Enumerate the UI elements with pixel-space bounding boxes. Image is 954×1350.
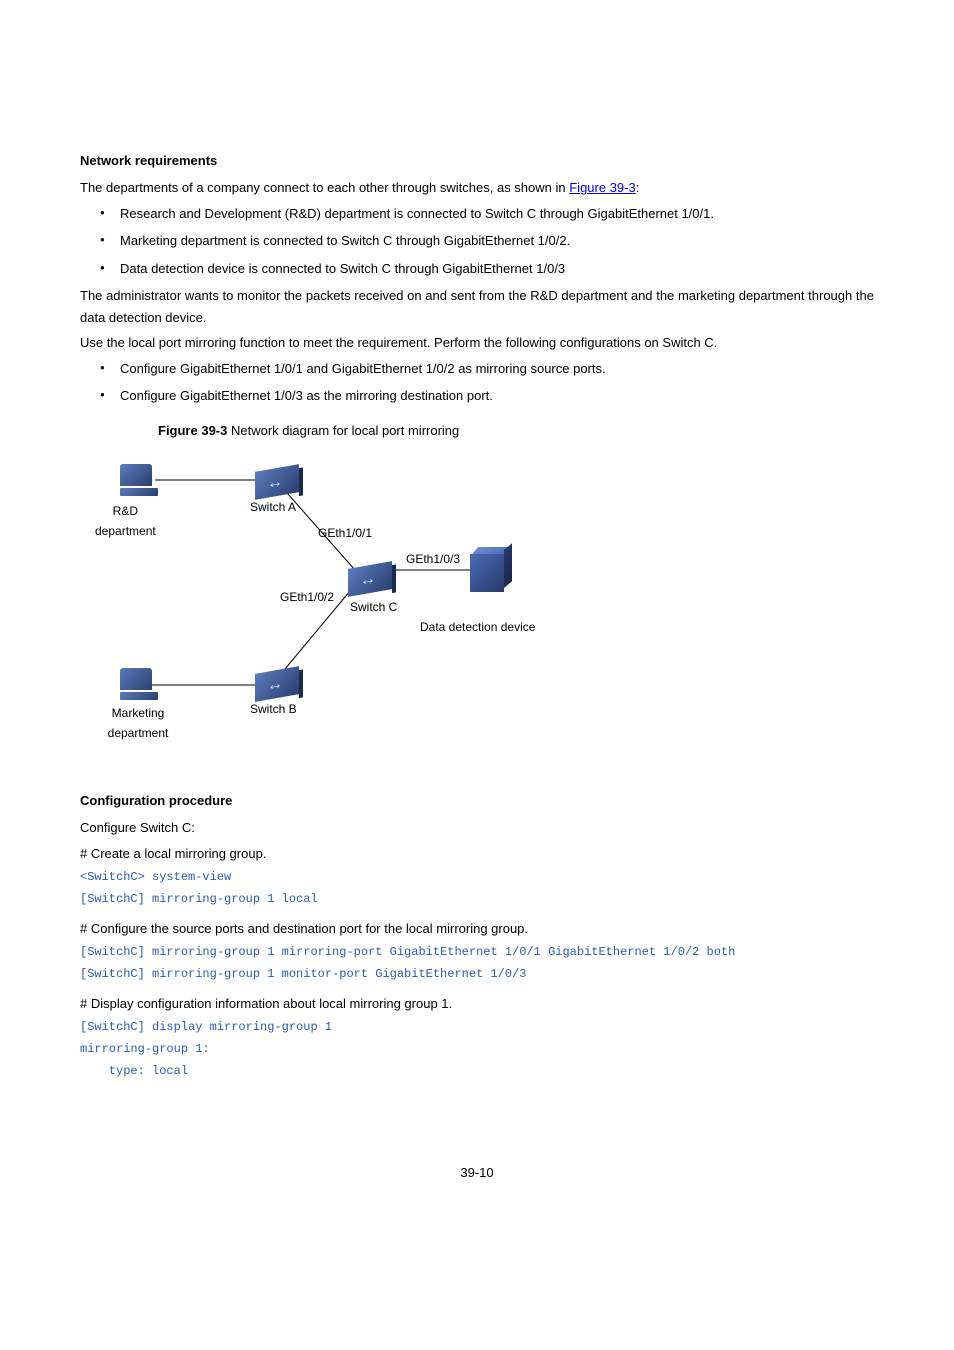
- code-line: [SwitchC] mirroring-group 1 mirroring-po…: [80, 943, 874, 963]
- list-item: Data detection device is connected to Sw…: [80, 258, 874, 279]
- code-line: <SwitchC> system-view: [80, 868, 874, 888]
- network-requirements-heading: Network requirements: [80, 150, 874, 171]
- list-item: Marketing department is connected to Swi…: [80, 230, 874, 251]
- intro-prefix: The departments of a company connect to …: [80, 180, 569, 195]
- code-line: [SwitchC] mirroring-group 1 monitor-port…: [80, 965, 874, 985]
- paragraph-monitor: The administrator wants to monitor the p…: [80, 285, 874, 328]
- figure-caption-prefix: Figure 39-3: [158, 423, 231, 438]
- ge103-label: GEth1/0/3: [406, 550, 460, 570]
- marketing-pc-icon: [120, 668, 158, 700]
- page-number: 39-10: [80, 1162, 874, 1183]
- code-line: [SwitchC] display mirroring-group 1: [80, 1018, 874, 1038]
- switch-c-label: Switch C: [350, 598, 397, 618]
- intro-paragraph: The departments of a company connect to …: [80, 177, 874, 198]
- data-device-icon: [470, 548, 510, 592]
- network-diagram: R&Ddepartment Switch A Switch C Switch B…: [80, 450, 680, 750]
- config-procedure-heading: Configuration procedure: [80, 790, 874, 811]
- figure-link[interactable]: Figure 39-3: [569, 180, 635, 195]
- figure-caption: Figure 39-3 Network diagram for local po…: [158, 420, 874, 441]
- requirement-list-1: Research and Development (R&D) departmen…: [80, 203, 874, 279]
- ge101-label: GEth1/0/1: [318, 524, 372, 544]
- rd-label: R&Ddepartment: [95, 502, 156, 542]
- data-device-label: Data detection device: [420, 618, 535, 638]
- step3: # Display configuration information abou…: [80, 993, 874, 1014]
- list-item: Configure GigabitEthernet 1/0/3 as the m…: [80, 385, 874, 406]
- list-item: Configure GigabitEthernet 1/0/1 and Giga…: [80, 358, 874, 379]
- step1: # Create a local mirroring group.: [80, 843, 874, 864]
- rd-pc-icon: [120, 464, 158, 496]
- step2: # Configure the source ports and destina…: [80, 918, 874, 939]
- ge102-label: GEth1/0/2: [280, 588, 334, 608]
- switch-b-label: Switch B: [250, 700, 297, 720]
- code-line: mirroring-group 1:: [80, 1040, 874, 1060]
- switch-a-label: Switch A: [250, 498, 296, 518]
- requirement-list-2: Configure GigabitEthernet 1/0/1 and Giga…: [80, 358, 874, 407]
- configure-switch-line: Configure Switch C:: [80, 817, 874, 838]
- code-line: type: local: [80, 1062, 874, 1082]
- code-line: [SwitchC] mirroring-group 1 local: [80, 890, 874, 910]
- list-item: Research and Development (R&D) departmen…: [80, 203, 874, 224]
- marketing-label: Marketingdepartment: [103, 704, 173, 744]
- paragraph-use-local: Use the local port mirroring function to…: [80, 332, 874, 353]
- intro-suffix: :: [636, 180, 640, 195]
- figure-caption-text: Network diagram for local port mirroring: [231, 423, 459, 438]
